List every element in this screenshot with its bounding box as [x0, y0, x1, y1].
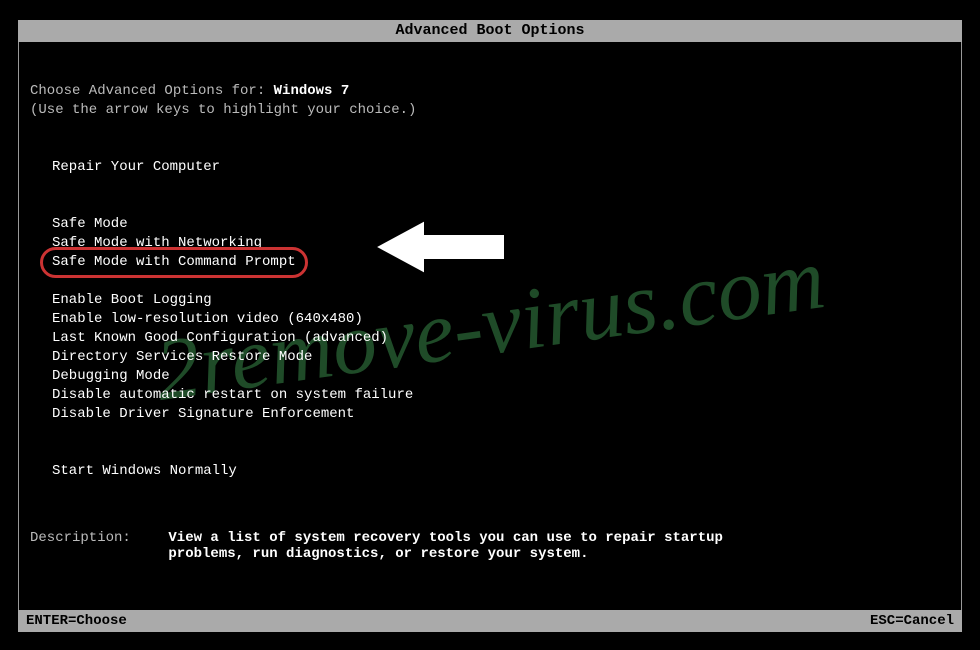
footer-esc-hint: ESC=Cancel [870, 610, 954, 632]
title-bar: Advanced Boot Options [18, 20, 962, 42]
header-line: Choose Advanced Options for: Windows 7 [30, 82, 950, 101]
menu-item-normal[interactable]: Start Windows Normally [52, 462, 950, 481]
highlighted-option: Safe Mode with Command Prompt [52, 253, 296, 272]
description-block: Description: View a list of system recov… [30, 530, 768, 562]
menu-item-lkg[interactable]: Last Known Good Configuration (advanced) [52, 329, 950, 348]
header-prefix: Choose Advanced Options for: [30, 83, 274, 99]
footer-enter-hint: ENTER=Choose [26, 610, 127, 632]
description-label: Description: [30, 530, 160, 546]
footer-bar: ENTER=Choose ESC=Cancel [18, 610, 962, 632]
content-area: Choose Advanced Options for: Windows 7 (… [30, 82, 950, 481]
menu-item-safemode[interactable]: Safe Mode [52, 215, 950, 234]
boot-menu[interactable]: Repair Your Computer Safe Mode Safe Mode… [52, 158, 950, 481]
menu-item-noautorestart[interactable]: Disable automatic restart on system fail… [52, 386, 950, 405]
menu-item-dsrestore[interactable]: Directory Services Restore Mode [52, 348, 950, 367]
menu-item-debug[interactable]: Debugging Mode [52, 367, 950, 386]
description-text: View a list of system recovery tools you… [168, 530, 768, 562]
menu-item-lowres[interactable]: Enable low-resolution video (640x480) [52, 310, 950, 329]
menu-item-bootlog[interactable]: Enable Boot Logging [52, 291, 950, 310]
os-name: Windows 7 [274, 83, 350, 99]
header-hint: (Use the arrow keys to highlight your ch… [30, 101, 950, 120]
menu-item-nosig[interactable]: Disable Driver Signature Enforcement [52, 405, 950, 424]
menu-item-safemode-cmd[interactable]: Safe Mode with Command Prompt [52, 253, 950, 272]
menu-item-repair[interactable]: Repair Your Computer [52, 158, 950, 177]
